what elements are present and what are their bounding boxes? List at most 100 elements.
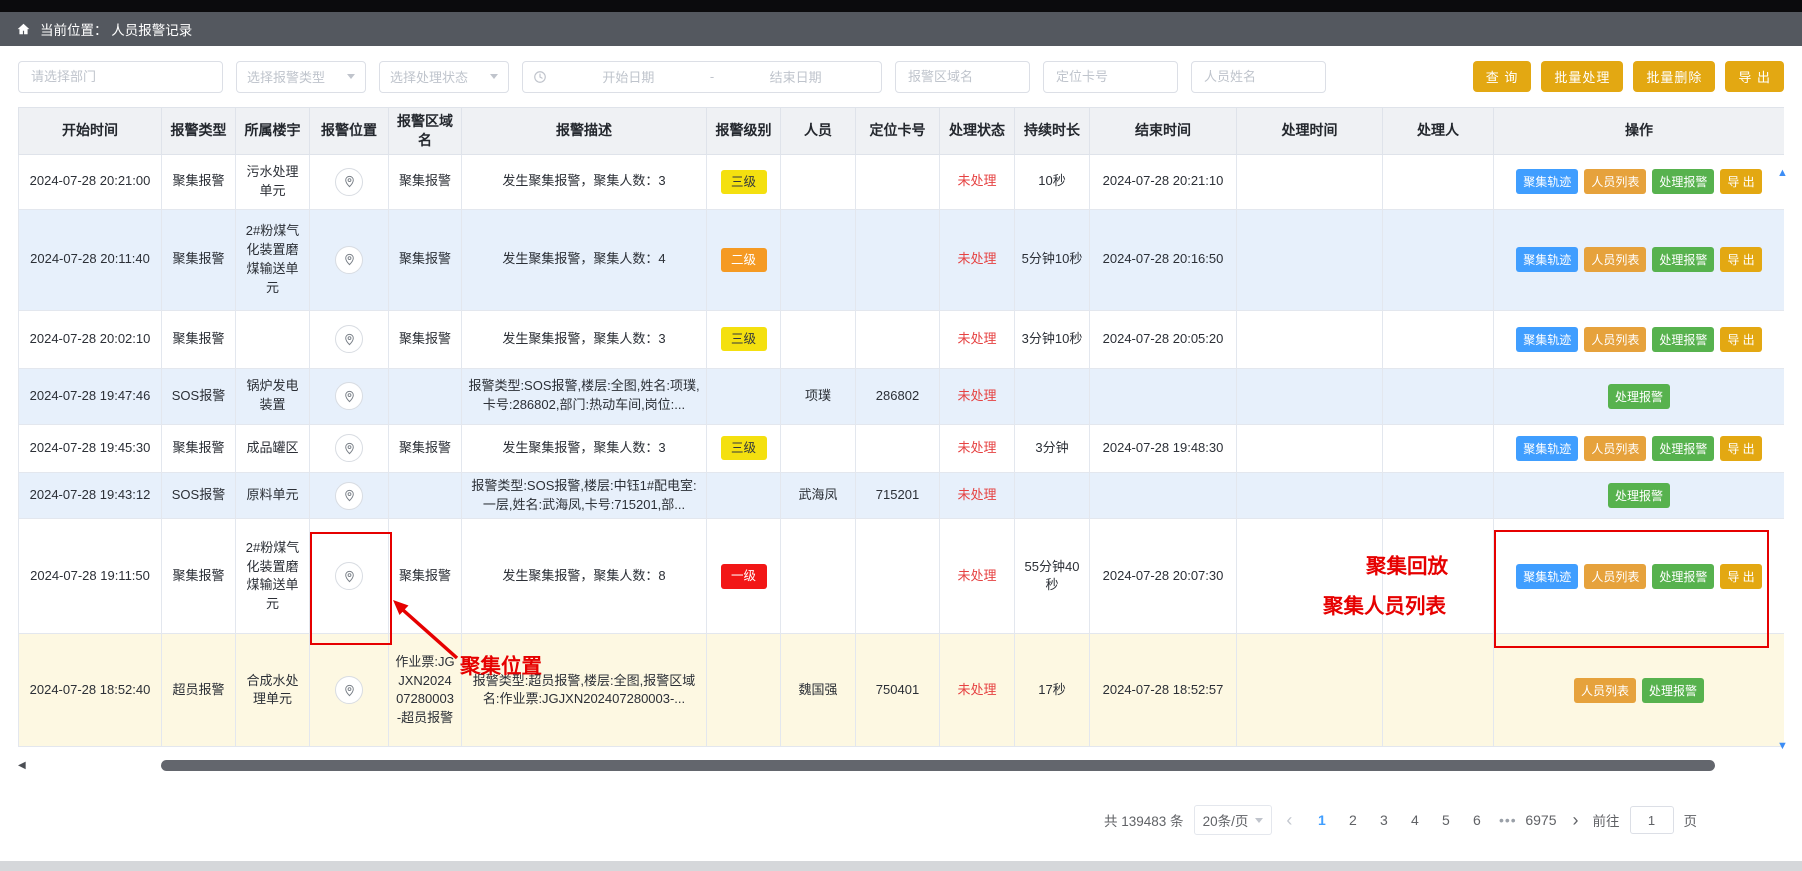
pagination-ellipsis[interactable]: ••• (1492, 812, 1523, 828)
table-row: 2024-07-28 19:47:46SOS报警锅炉发电装置报警类型:SOS报警… (19, 368, 1785, 424)
action-people-button[interactable]: 人员列表 (1584, 247, 1646, 272)
action-track-button[interactable]: 聚集轨迹 (1516, 327, 1578, 352)
action-people-button[interactable]: 人员列表 (1584, 327, 1646, 352)
action-handle-button[interactable]: 处理报警 (1652, 564, 1714, 589)
location-pin-icon (343, 570, 356, 583)
location-button[interactable] (335, 676, 363, 704)
status-unhandled: 未处理 (957, 487, 996, 502)
department-select-input[interactable] (18, 61, 223, 93)
prev-page-button[interactable]: ‹ (1282, 810, 1296, 831)
page-number[interactable]: 6975 (1523, 812, 1558, 828)
search-button[interactable]: 查 询 (1473, 61, 1532, 92)
column-header: 所属楼宇 (236, 108, 310, 155)
action-track-button[interactable]: 聚集轨迹 (1516, 169, 1578, 194)
action-handle-button[interactable]: 处理报警 (1642, 678, 1704, 703)
cell-start-time: 2024-07-28 18:52:40 (19, 634, 162, 747)
cell-card-number: 750401 (856, 634, 940, 747)
cell-area-name: 聚集报警 (389, 424, 462, 472)
column-header: 报警位置 (310, 108, 389, 155)
page-number[interactable]: 3 (1368, 812, 1399, 828)
action-people-button[interactable]: 人员列表 (1584, 564, 1646, 589)
cell-location (310, 519, 389, 634)
location-button[interactable] (335, 382, 363, 410)
scroll-down-arrow-icon[interactable]: ▼ (1777, 741, 1788, 752)
action-handle-button[interactable]: 处理报警 (1652, 247, 1714, 272)
cell-building: 2#粉煤气化装置磨煤输送单元 (236, 209, 310, 310)
action-track-button[interactable]: 聚集轨迹 (1516, 436, 1578, 461)
cell-person (781, 154, 856, 209)
action-export-button[interactable]: 导 出 (1720, 169, 1761, 194)
location-button[interactable] (335, 562, 363, 590)
home-icon (16, 22, 31, 36)
batch-delete-button[interactable]: 批量删除 (1633, 61, 1715, 92)
cell-level: 一级 (707, 519, 781, 634)
page-number[interactable]: 1 (1306, 812, 1337, 828)
cell-person: 武海凤 (781, 472, 856, 519)
area-name-input[interactable] (895, 61, 1030, 93)
page-number[interactable]: 6 (1461, 812, 1492, 828)
cell-area-name: 聚集报警 (389, 209, 462, 310)
export-button[interactable]: 导 出 (1725, 61, 1784, 92)
scroll-left-arrow-icon[interactable]: ◀ (18, 760, 26, 771)
action-people-button[interactable]: 人员列表 (1584, 436, 1646, 461)
page-number[interactable]: 2 (1337, 812, 1368, 828)
cell-building: 污水处理单元 (236, 154, 310, 209)
table-row: 2024-07-28 20:02:10聚集报警聚集报警发生聚集报警，聚集人数：3… (19, 310, 1785, 368)
location-pin-icon (343, 489, 356, 502)
action-track-button[interactable]: 聚集轨迹 (1516, 247, 1578, 272)
cell-start-time: 2024-07-28 20:02:10 (19, 310, 162, 368)
cell-handler (1383, 472, 1494, 519)
next-page-button[interactable]: › (1569, 810, 1583, 831)
action-handle-button[interactable]: 处理报警 (1652, 436, 1714, 461)
action-export-button[interactable]: 导 出 (1720, 436, 1761, 461)
batch-process-button[interactable]: 批量处理 (1541, 61, 1623, 92)
cell-start-time: 2024-07-28 19:47:46 (19, 368, 162, 424)
scroll-up-arrow-icon[interactable]: ▲ (1777, 168, 1788, 179)
action-export-button[interactable]: 导 出 (1720, 247, 1761, 272)
cell-card-number: 715201 (856, 472, 940, 519)
action-handle-button[interactable]: 处理报警 (1608, 483, 1670, 508)
card-number-input[interactable] (1043, 61, 1178, 93)
person-name-input[interactable] (1191, 61, 1326, 93)
location-button[interactable] (335, 168, 363, 196)
cell-handle-time (1237, 472, 1383, 519)
action-people-button[interactable]: 人员列表 (1584, 169, 1646, 194)
page-size-select[interactable]: 20条/页 (1194, 805, 1273, 835)
location-button[interactable] (335, 246, 363, 274)
action-handle-button[interactable]: 处理报警 (1652, 169, 1714, 194)
cell-area-name: 聚集报警 (389, 519, 462, 634)
action-handle-button[interactable]: 处理报警 (1652, 327, 1714, 352)
action-people-button[interactable]: 人员列表 (1574, 678, 1636, 703)
cell-card-number (856, 424, 940, 472)
status-unhandled: 未处理 (957, 682, 996, 697)
location-button[interactable] (335, 482, 363, 510)
cell-handler (1383, 519, 1494, 634)
action-track-button[interactable]: 聚集轨迹 (1516, 564, 1578, 589)
cell-location (310, 472, 389, 519)
action-export-button[interactable]: 导 出 (1720, 327, 1761, 352)
top-strip (0, 0, 1802, 12)
cell-level (707, 472, 781, 519)
goto-page-input[interactable] (1630, 806, 1674, 834)
cell-description: 发生聚集报警，聚集人数：3 (462, 310, 707, 368)
filter-buttons: 查 询 批量处理 批量删除 导 出 (1473, 61, 1784, 92)
horizontal-scrollbar-thumb[interactable] (161, 760, 1715, 771)
page-number[interactable]: 4 (1399, 812, 1430, 828)
date-separator: - (710, 69, 714, 84)
cell-status: 未处理 (940, 209, 1015, 310)
column-header: 处理状态 (940, 108, 1015, 155)
cell-description: 报警类型:SOS报警,楼层:全图,姓名:项璞,卡号:286802,部门:热动车间… (462, 368, 707, 424)
cell-start-time: 2024-07-28 19:11:50 (19, 519, 162, 634)
page-number[interactable]: 5 (1430, 812, 1461, 828)
location-button[interactable] (335, 325, 363, 353)
cell-handler (1383, 424, 1494, 472)
action-handle-button[interactable]: 处理报警 (1608, 384, 1670, 409)
pagination-bar: 共 139483 条 20条/页 ‹ 123456•••6975 › 前往 页 (1104, 797, 1697, 843)
alarm-type-select[interactable]: 选择报警类型 (236, 61, 366, 93)
location-button[interactable] (335, 434, 363, 462)
table-row: 2024-07-28 19:11:50聚集报警2#粉煤气化装置磨煤输送单元聚集报… (19, 519, 1785, 634)
process-status-select[interactable]: 选择处理状态 (379, 61, 509, 93)
date-range-picker[interactable]: 开始日期 - 结束日期 (522, 61, 882, 93)
action-export-button[interactable]: 导 出 (1720, 564, 1761, 589)
cell-duration: 3分钟 (1015, 424, 1090, 472)
